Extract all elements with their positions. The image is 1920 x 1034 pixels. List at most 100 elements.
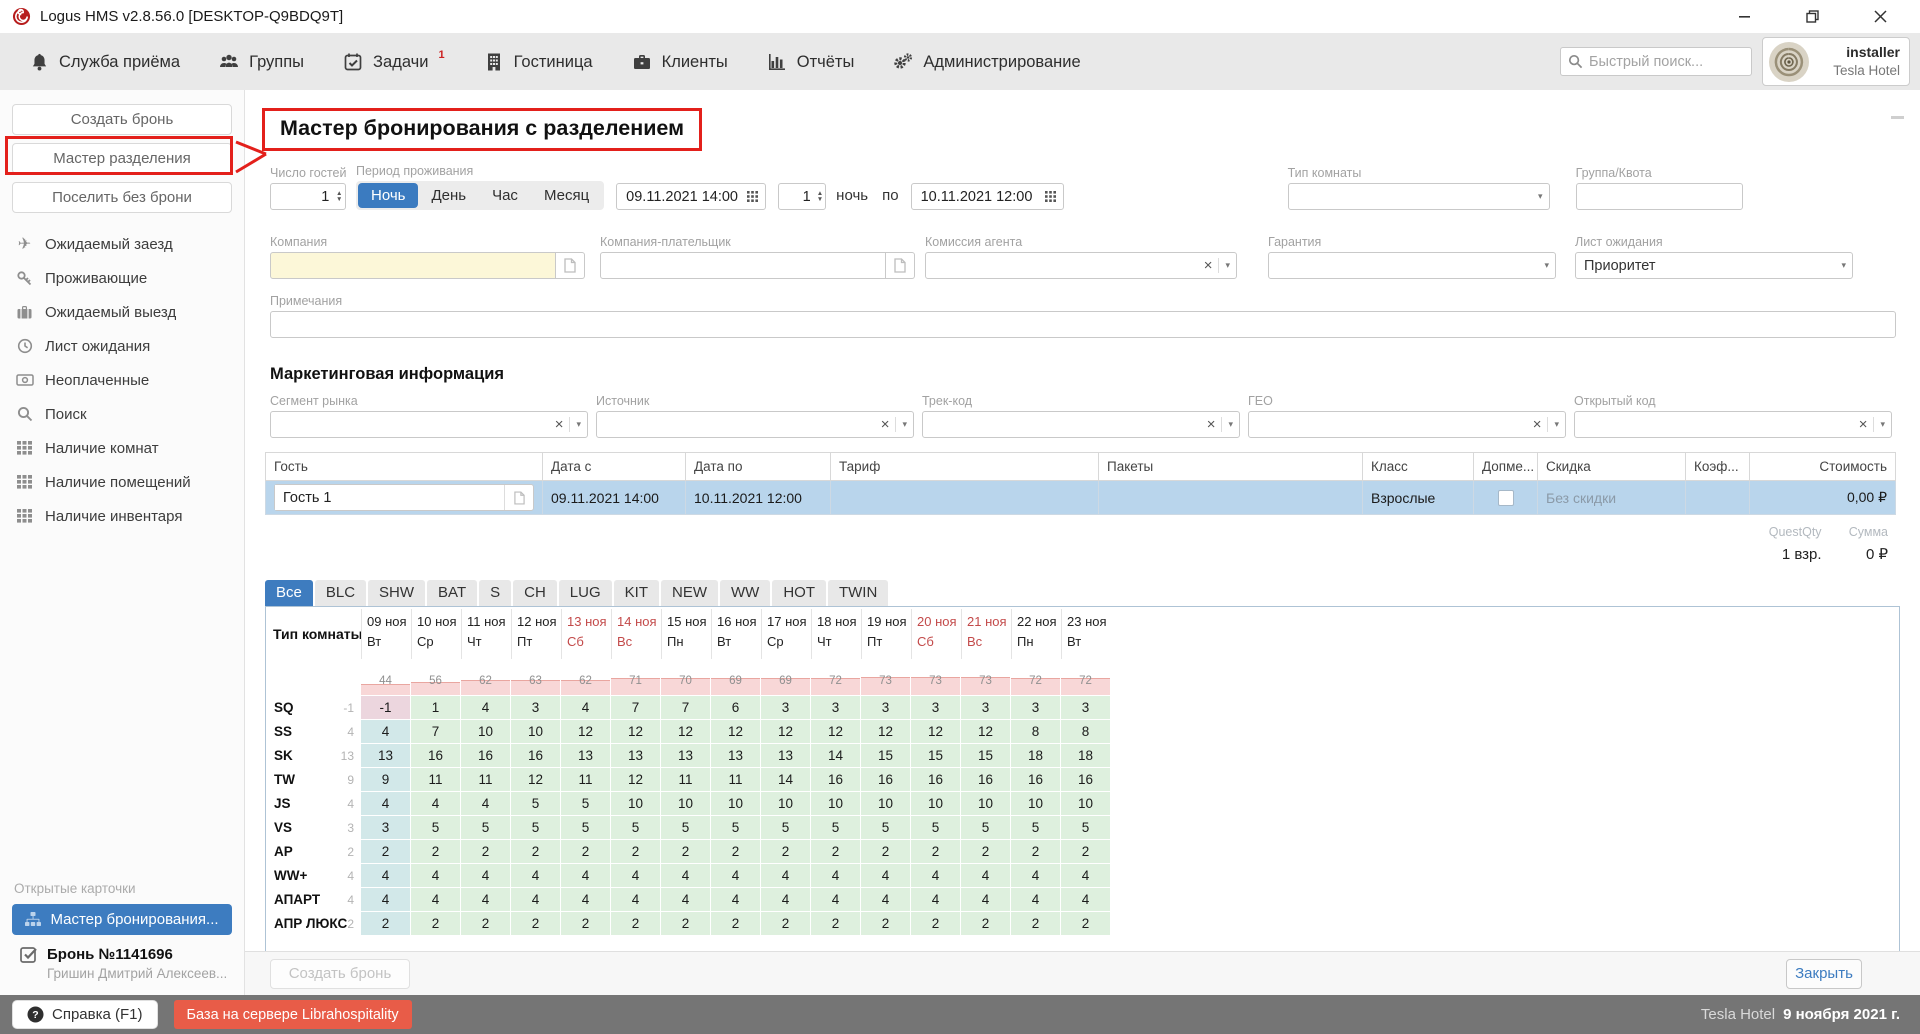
nav-item-clients[interactable]: Клиенты xyxy=(631,51,728,73)
clear-icon[interactable]: × xyxy=(1528,416,1547,433)
availability-cell: 5 xyxy=(561,792,610,815)
minimize-button[interactable] xyxy=(1734,8,1754,26)
clear-icon[interactable]: × xyxy=(876,416,895,433)
sidebar-item-waiting-list[interactable]: Лист ожидания xyxy=(0,329,244,363)
tab-BLC[interactable]: BLC xyxy=(315,580,366,606)
marketing-select-4[interactable]: ×▾ xyxy=(1574,411,1892,438)
marketing-select-0[interactable]: ×▾ xyxy=(270,411,588,438)
tab-S[interactable]: S xyxy=(479,580,511,606)
close-button[interactable]: Закрыть xyxy=(1786,959,1862,989)
period-option-night[interactable]: Ночь xyxy=(358,183,418,208)
restore-button[interactable] xyxy=(1802,8,1822,26)
clear-icon[interactable]: × xyxy=(550,416,569,433)
clear-icon[interactable]: × xyxy=(1202,416,1221,433)
tab-CH[interactable]: CH xyxy=(513,580,557,606)
tab-NEW[interactable]: NEW xyxy=(661,580,718,606)
availability-cell: 10 xyxy=(711,792,760,815)
guest-row[interactable]: 09.11.2021 14:00 10.11.2021 12:00 Взросл… xyxy=(266,481,1896,515)
nav-item-groups[interactable]: Задачи Группы xyxy=(218,51,304,73)
date-from-field[interactable]: 09.11.2021 14:00 xyxy=(616,183,766,210)
spin-down-icon[interactable]: ▼ xyxy=(817,197,823,203)
guest-coef[interactable] xyxy=(1686,481,1750,515)
database-server-button[interactable]: База на сервере Librahospitality xyxy=(174,1000,412,1029)
guest-count-stepper[interactable]: ▲▼ xyxy=(270,183,346,210)
sidebar-item-space-availability[interactable]: Наличие помещений xyxy=(0,465,244,499)
tab-TWIN[interactable]: TWIN xyxy=(828,580,888,606)
guest-count-input[interactable] xyxy=(271,184,333,209)
availability-date-header: 09 нояВт xyxy=(361,609,410,659)
notes-input[interactable] xyxy=(270,311,1896,338)
availability-date-header: 11 нояЧт xyxy=(461,609,510,659)
nights-count-input[interactable] xyxy=(779,184,815,209)
extra-bed-checkbox[interactable] xyxy=(1498,490,1514,506)
agent-commission-select[interactable]: × ▾ xyxy=(925,252,1237,279)
nav-item-administration[interactable]: Администрирование xyxy=(892,51,1080,73)
checkin-without-booking-button[interactable]: Поселить без брони xyxy=(12,182,232,213)
sidebar-item-unpaid[interactable]: Неоплаченные xyxy=(0,363,244,397)
nights-count-stepper[interactable]: ▲▼ xyxy=(778,183,826,210)
period-option-month[interactable]: Месяц xyxy=(531,183,602,208)
guest-date-to: 10.11.2021 12:00 xyxy=(686,481,831,515)
create-booking-button[interactable]: Создать бронь xyxy=(12,104,232,135)
nav-item-front-office[interactable]: Служба приёма xyxy=(28,51,180,73)
tab-BAT[interactable]: BAT xyxy=(427,580,477,606)
tab-WW[interactable]: WW xyxy=(720,580,770,606)
document-icon[interactable] xyxy=(556,252,585,279)
guarantee-select[interactable]: ▾ xyxy=(1268,252,1556,279)
user-menu[interactable]: installer Tesla Hotel xyxy=(1762,37,1910,86)
clear-icon[interactable]: × xyxy=(1199,257,1218,274)
collapse-icon[interactable] xyxy=(1891,116,1904,119)
guest-name-input[interactable] xyxy=(275,485,504,510)
spin-down-icon[interactable]: ▼ xyxy=(336,197,342,203)
sidebar-item-in-house[interactable]: Проживающие xyxy=(0,261,244,295)
payer-company-input[interactable] xyxy=(600,252,886,279)
document-icon[interactable] xyxy=(504,485,533,510)
clear-icon[interactable]: × xyxy=(1854,416,1873,433)
availability-cell: 4 xyxy=(561,888,610,911)
tab-SHW[interactable]: SHW xyxy=(368,580,425,606)
split-wizard-button[interactable]: Мастер разделения xyxy=(12,143,232,174)
document-icon[interactable] xyxy=(886,252,915,279)
occupancy-cell: 56 xyxy=(411,669,460,695)
sidebar-item-inventory-availability[interactable]: Наличие инвентаря xyxy=(0,499,244,533)
marketing-select-2[interactable]: ×▾ xyxy=(922,411,1240,438)
guest-tariff[interactable] xyxy=(831,481,1099,515)
availability-cell: 10 xyxy=(611,792,660,815)
nav-item-tasks[interactable]: Задачи1 xyxy=(342,51,445,73)
room-type-select[interactable]: ▾ xyxy=(1288,183,1550,210)
occupancy-cell: 73 xyxy=(911,669,960,695)
tab-KIT[interactable]: KIT xyxy=(614,580,659,606)
tab-HOT[interactable]: HOT xyxy=(772,580,826,606)
close-icon[interactable] xyxy=(1870,8,1890,26)
sidebar-item-search[interactable]: Поиск xyxy=(0,397,244,431)
waitlist-select[interactable]: Приоритет ▾ xyxy=(1575,252,1853,279)
nav-label: Служба приёма xyxy=(59,51,180,73)
company-input[interactable] xyxy=(270,252,556,279)
sidebar-item-room-availability[interactable]: Наличие комнат xyxy=(0,431,244,465)
availability-cell: 4 xyxy=(611,864,660,887)
group-quota-input[interactable] xyxy=(1576,183,1743,210)
search-input[interactable] xyxy=(1589,54,1744,70)
help-button[interactable]: ? Справка (F1) xyxy=(12,1000,158,1029)
marketing-select-1[interactable]: ×▾ xyxy=(596,411,914,438)
open-card-booking[interactable]: Бронь №1141696 Гришин Дмитрий Алексеев..… xyxy=(20,946,244,981)
guest-class[interactable]: Взрослые xyxy=(1363,481,1474,515)
sidebar-item-expected-departure[interactable]: Ожидаемый выезд xyxy=(0,295,244,329)
tab-LUG[interactable]: LUG xyxy=(559,580,612,606)
nav-item-hotel[interactable]: Гостиница xyxy=(483,51,593,73)
quick-search-box[interactable] xyxy=(1560,47,1752,76)
guest-packages[interactable] xyxy=(1099,481,1363,515)
availability-cell: 4 xyxy=(1011,864,1060,887)
period-option-hour[interactable]: Час xyxy=(479,183,531,208)
availability-cell: 4 xyxy=(911,888,960,911)
marketing-select-3[interactable]: ×▾ xyxy=(1248,411,1566,438)
nav-item-reports[interactable]: Отчёты xyxy=(766,51,855,73)
sidebar-item-expected-arrival[interactable]: ✈ Ожидаемый заезд xyxy=(0,227,244,261)
tab-Все[interactable]: Все xyxy=(265,580,313,606)
date-to-field[interactable]: 10.11.2021 12:00 xyxy=(911,183,1064,210)
availability-cell: 13 xyxy=(711,744,760,767)
period-option-day[interactable]: День xyxy=(418,183,479,208)
guest-discount[interactable]: Без скидки xyxy=(1538,481,1686,515)
create-booking-submit-button[interactable]: Создать бронь xyxy=(270,959,410,989)
open-card-booking-wizard[interactable]: Мастер бронирования... xyxy=(12,904,232,935)
